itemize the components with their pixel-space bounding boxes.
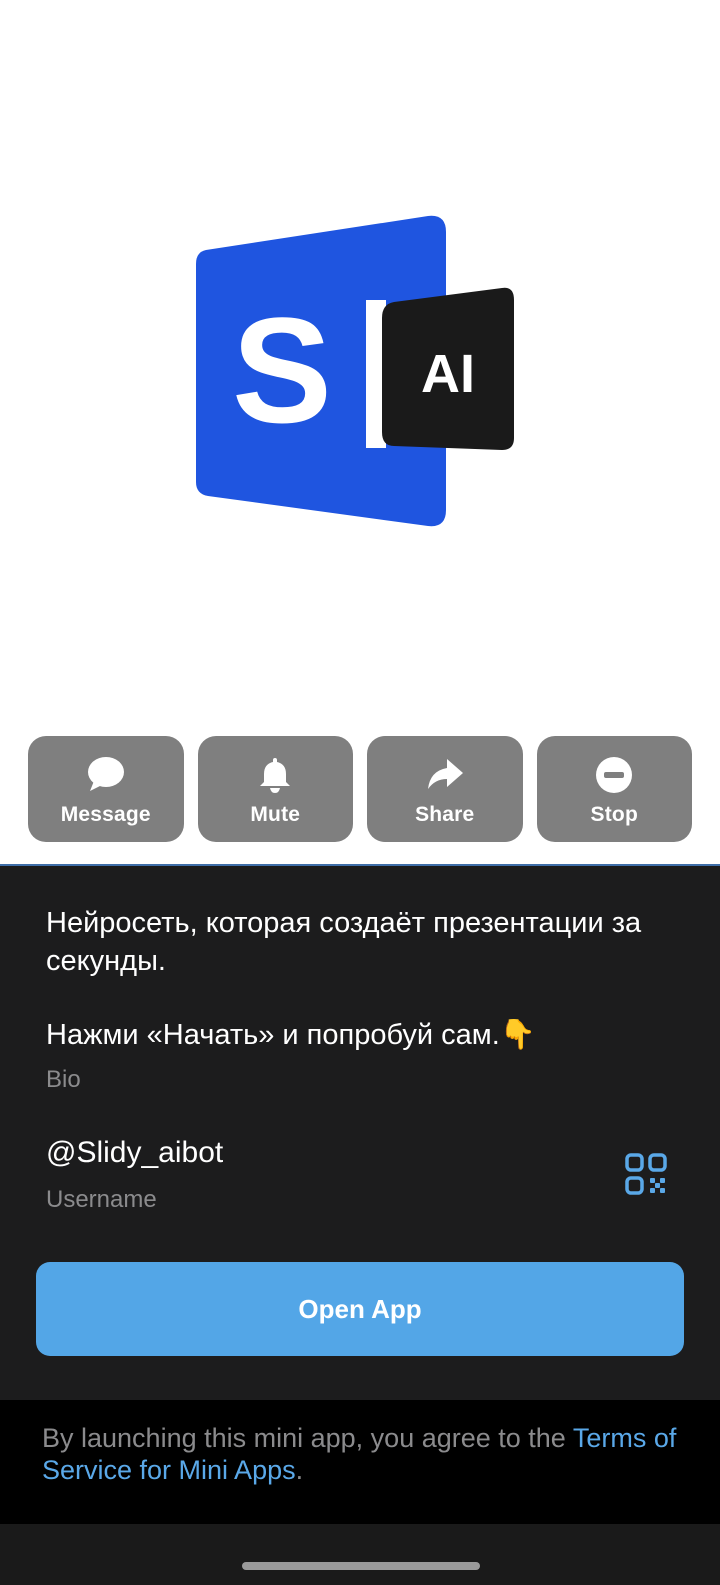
mute-button[interactable]: Mute bbox=[197, 736, 353, 842]
logo-letter-s: S bbox=[232, 286, 332, 454]
navigation-bar bbox=[0, 1524, 720, 1585]
stop-button[interactable]: Stop bbox=[536, 736, 692, 842]
bio-line-1: Нейросеть, которая создаёт презентации з… bbox=[46, 907, 642, 977]
mute-label: Mute bbox=[250, 803, 301, 826]
qr-code-button[interactable] bbox=[624, 1152, 668, 1196]
home-indicator[interactable] bbox=[242, 1562, 480, 1570]
share-button[interactable]: Share bbox=[367, 736, 523, 842]
open-app-button[interactable]: Open App bbox=[36, 1262, 684, 1356]
terms-suffix: . bbox=[295, 1455, 304, 1485]
share-icon bbox=[425, 755, 465, 795]
qr-code-icon bbox=[625, 1153, 667, 1195]
terms-text: By launching this mini app, you agree to… bbox=[42, 1422, 682, 1486]
stop-label: Stop bbox=[590, 803, 638, 826]
bell-icon bbox=[255, 755, 295, 795]
message-icon bbox=[86, 755, 126, 795]
logo-ai-text: AI bbox=[421, 344, 475, 404]
username-label: Username bbox=[46, 1186, 157, 1213]
bio-line-2: Нажми «Начать» и попробуй сам.👇 bbox=[46, 1019, 536, 1051]
username-value[interactable]: @Slidy_aibot bbox=[46, 1136, 223, 1170]
message-label: Message bbox=[60, 803, 151, 826]
terms-notice: By launching this mini app, you agree to… bbox=[0, 1400, 720, 1524]
bio-text[interactable]: Нейросеть, которая создаёт презентации з… bbox=[46, 904, 686, 1054]
action-buttons: Message Mute Share Stop bbox=[28, 736, 692, 842]
bot-info-card: Нейросеть, которая создаёт презентации з… bbox=[0, 866, 720, 1400]
share-label: Share bbox=[415, 803, 475, 826]
bot-profile-screen: S AI Message Mute Share Stop Нейросеть, … bbox=[0, 0, 720, 1585]
terms-prefix: By launching this mini app, you agree to… bbox=[42, 1423, 573, 1453]
stop-icon bbox=[594, 755, 634, 795]
slidy-ai-logo: S AI bbox=[196, 215, 514, 527]
bio-label: Bio bbox=[46, 1066, 81, 1093]
message-button[interactable]: Message bbox=[28, 736, 184, 842]
